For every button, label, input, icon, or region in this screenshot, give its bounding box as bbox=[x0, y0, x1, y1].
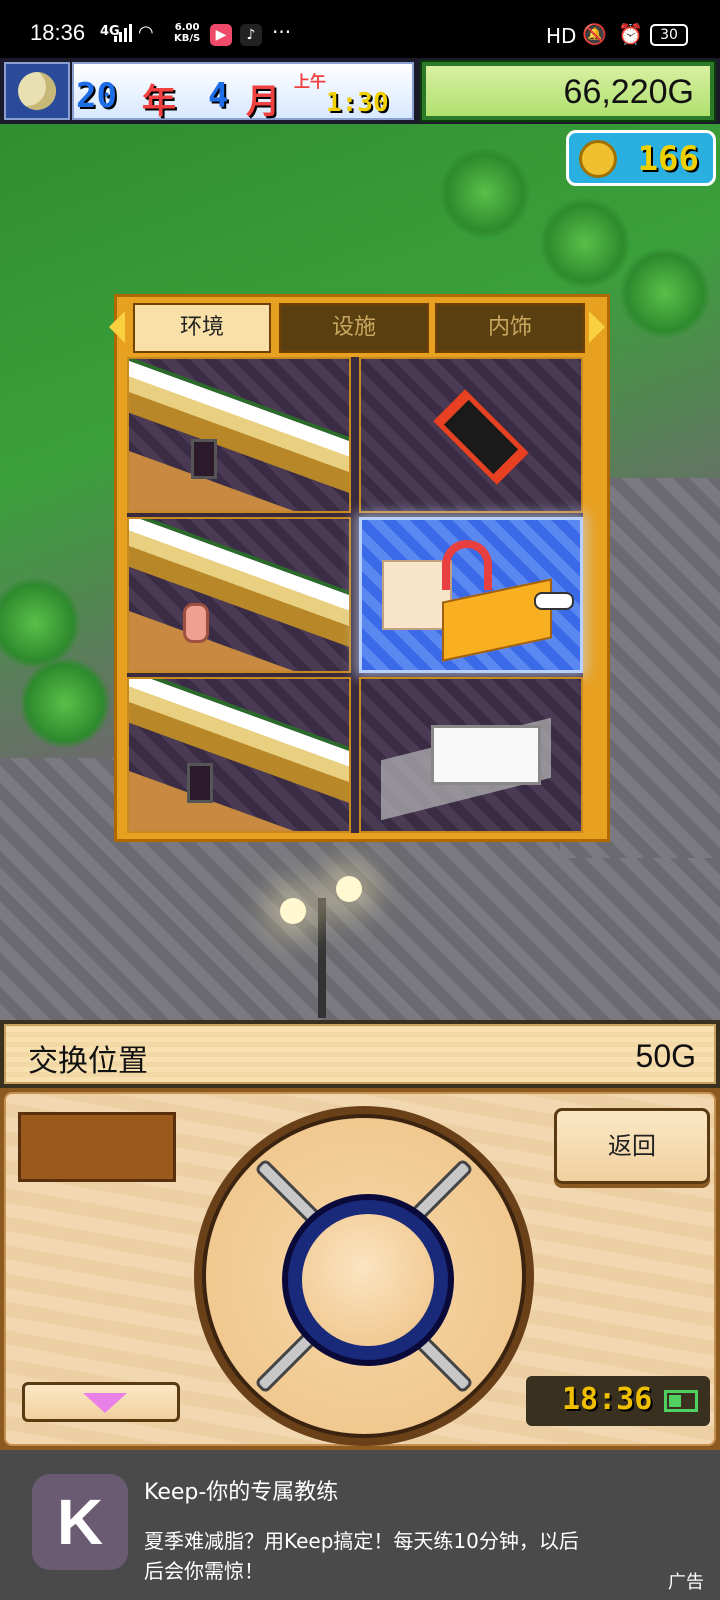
hammer-icon bbox=[401, 407, 541, 477]
ad-banner[interactable]: K Keep-你的专属教练 夏季难减脂？用Keep搞定！每天练10分钟，以后后会… bbox=[0, 1450, 720, 1600]
status-bar: 18:36 4G ◠ 6.00 KB/S ▶ ♪ ··· HD 🔕 ⏰ 30 bbox=[0, 0, 720, 58]
confirm-button[interactable] bbox=[282, 1194, 454, 1366]
game-time: 1:30 bbox=[326, 88, 389, 118]
carousel-icon bbox=[442, 578, 552, 662]
network-speed: 6.00 KB/S bbox=[174, 22, 200, 44]
item-conveyor-counter[interactable] bbox=[127, 357, 351, 513]
video-app-icon: ▶ bbox=[210, 24, 232, 46]
triangle-down-icon[interactable] bbox=[22, 1382, 180, 1422]
palm-tree bbox=[440, 148, 530, 238]
coin-icon bbox=[579, 140, 617, 178]
ad-title[interactable]: Keep-你的专属教练 bbox=[144, 1474, 338, 1506]
ad-label: 广告 bbox=[668, 1572, 704, 1593]
lamp-light bbox=[336, 876, 362, 902]
money-value: 66,220G bbox=[426, 66, 710, 116]
top-hud: 20 年 4 月 上午 1:30 66,220G bbox=[0, 58, 720, 124]
palm-tree bbox=[20, 658, 110, 748]
item-preview bbox=[18, 1112, 176, 1182]
item-swap-position[interactable] bbox=[359, 517, 583, 673]
device-clock-time: 18:36 bbox=[562, 1382, 653, 1417]
tab-facilities[interactable]: 设施 bbox=[279, 303, 429, 353]
action-cost: 50G bbox=[635, 1038, 696, 1074]
palm-tree bbox=[0, 578, 80, 668]
action-bar: 交换位置 50G bbox=[0, 1020, 720, 1088]
dpad-ring[interactable] bbox=[202, 1114, 526, 1438]
money-display: 66,220G bbox=[420, 60, 716, 122]
signal-icon bbox=[114, 22, 132, 42]
controller-panel: 返回 18:36 bbox=[0, 1088, 720, 1450]
item-conveyor-booth[interactable] bbox=[127, 677, 351, 833]
speed-unit: KB/S bbox=[174, 33, 201, 44]
action-label: 交换位置 bbox=[28, 1044, 148, 1079]
item-conveyor-sofa[interactable] bbox=[127, 517, 351, 673]
chair bbox=[191, 439, 217, 479]
item-remove-tile[interactable] bbox=[359, 357, 583, 513]
item-grid bbox=[127, 357, 583, 833]
chef-counter-icon bbox=[431, 725, 541, 785]
build-panel: 环境 设施 内饰 bbox=[109, 294, 610, 842]
street-lamp bbox=[318, 898, 326, 1018]
mute-icon: 🔕 bbox=[582, 22, 607, 46]
palm-tree bbox=[540, 198, 630, 288]
game-date: 20 年 4 月 上午 1:30 bbox=[72, 62, 414, 122]
battery-icon bbox=[664, 1390, 698, 1412]
tab-interior[interactable]: 内饰 bbox=[435, 303, 585, 353]
lamp-light bbox=[280, 898, 306, 924]
alarm-icon: ⏰ bbox=[618, 22, 643, 46]
keep-logo[interactable]: K bbox=[32, 1474, 128, 1570]
more-notifications: ··· bbox=[272, 20, 292, 44]
back-button[interactable]: 返回 bbox=[554, 1108, 710, 1184]
tab-environment[interactable]: 环境 bbox=[133, 303, 271, 353]
speed-value: 6.00 bbox=[174, 22, 200, 33]
wifi-icon: ◠ bbox=[138, 22, 154, 43]
device-clock: 18:36 bbox=[526, 1376, 710, 1426]
direction-pad[interactable] bbox=[194, 1106, 534, 1446]
swap-icon bbox=[442, 540, 492, 590]
coin-counter[interactable]: 166 bbox=[566, 130, 716, 186]
tab-next-arrow[interactable] bbox=[589, 311, 605, 343]
hd-indicator: HD bbox=[546, 24, 577, 48]
game-world[interactable]: 20 年 4 月 上午 1:30 66,220G 166 环境 设施 内饰 bbox=[0, 58, 720, 1020]
sofa bbox=[183, 603, 209, 643]
period-label: 上午 bbox=[294, 72, 327, 91]
status-time: 18:36 bbox=[30, 20, 86, 45]
coin-value: 166 bbox=[637, 139, 699, 179]
chair bbox=[187, 763, 213, 803]
palm-tree bbox=[620, 248, 710, 338]
year-value: 20 bbox=[76, 76, 117, 116]
tab-prev-arrow[interactable] bbox=[109, 311, 125, 343]
action-info: 交换位置 50G bbox=[4, 1024, 716, 1084]
year-unit: 年 bbox=[142, 82, 176, 122]
item-chef-counter[interactable] bbox=[359, 677, 583, 833]
hand-pointer-icon bbox=[534, 592, 574, 610]
month-value: 4 bbox=[208, 76, 229, 116]
ad-description[interactable]: 夏季难减脂？用Keep搞定！每天练10分钟，以后后会你需惊！ bbox=[144, 1526, 584, 1590]
controller-body: 返回 18:36 bbox=[4, 1092, 716, 1446]
moon-icon bbox=[4, 62, 70, 120]
battery-level: 30 bbox=[650, 24, 688, 46]
tiktok-icon: ♪ bbox=[240, 24, 262, 46]
month-unit: 月 bbox=[246, 82, 280, 122]
